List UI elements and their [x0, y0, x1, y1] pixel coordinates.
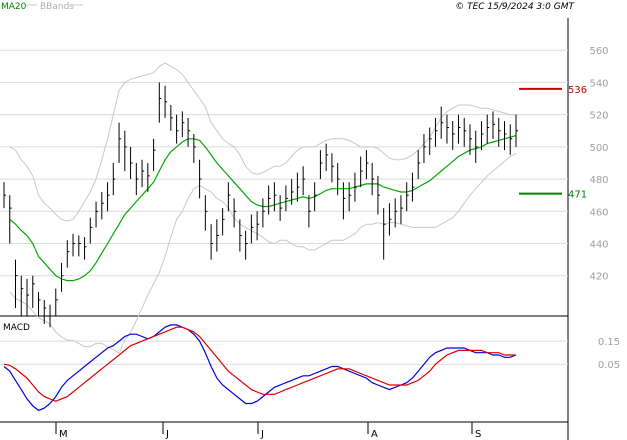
price-bars — [3, 82, 518, 328]
price-tick-label: 420 — [589, 272, 608, 283]
macd-line — [3, 324, 517, 412]
x-ticks: MJJAS — [55, 422, 481, 440]
price-tick-label: 500 — [589, 143, 608, 154]
price-tick-label: 520 — [589, 111, 608, 122]
x-tick-label: J — [260, 429, 264, 440]
resistance-level-label: 536 — [568, 85, 587, 96]
price-y-ticks: 420 440 460 480 500 520 540 560 — [589, 46, 608, 283]
price-tick-label: 560 — [589, 46, 608, 57]
price-tick-label: 460 — [589, 207, 608, 218]
x-tick-label: A — [371, 429, 378, 440]
stock-chart: 536 471 420 440 460 480 500 520 540 560 0.05 0.15… — [0, 2, 620, 440]
price-grid — [0, 49, 568, 277]
legend-ma20: MA20 — [1, 2, 27, 12]
macd-title: MACD — [3, 323, 30, 333]
macd-tick-label: 0.05 — [598, 360, 620, 371]
price-tick-label: 440 — [589, 240, 608, 251]
price-tick-label: 540 — [589, 78, 608, 89]
x-tick-label: J — [165, 429, 169, 440]
macd-tick-label: 0.15 — [598, 337, 620, 348]
price-levels: 536 471 — [519, 85, 587, 201]
support-level-label: 471 — [568, 190, 587, 201]
copyright-text: © TEC 15/9/2024 3:0 GMT — [455, 2, 575, 12]
x-tick-label: S — [475, 429, 481, 440]
x-tick-label: M — [59, 429, 68, 440]
macd-y-ticks: 0.05 0.15 — [598, 337, 620, 371]
bb-lower-line — [9, 152, 517, 354]
price-tick-label: 480 — [589, 175, 608, 186]
legend-bbands: BBands — [40, 2, 74, 12]
bb-upper-line — [9, 62, 516, 222]
